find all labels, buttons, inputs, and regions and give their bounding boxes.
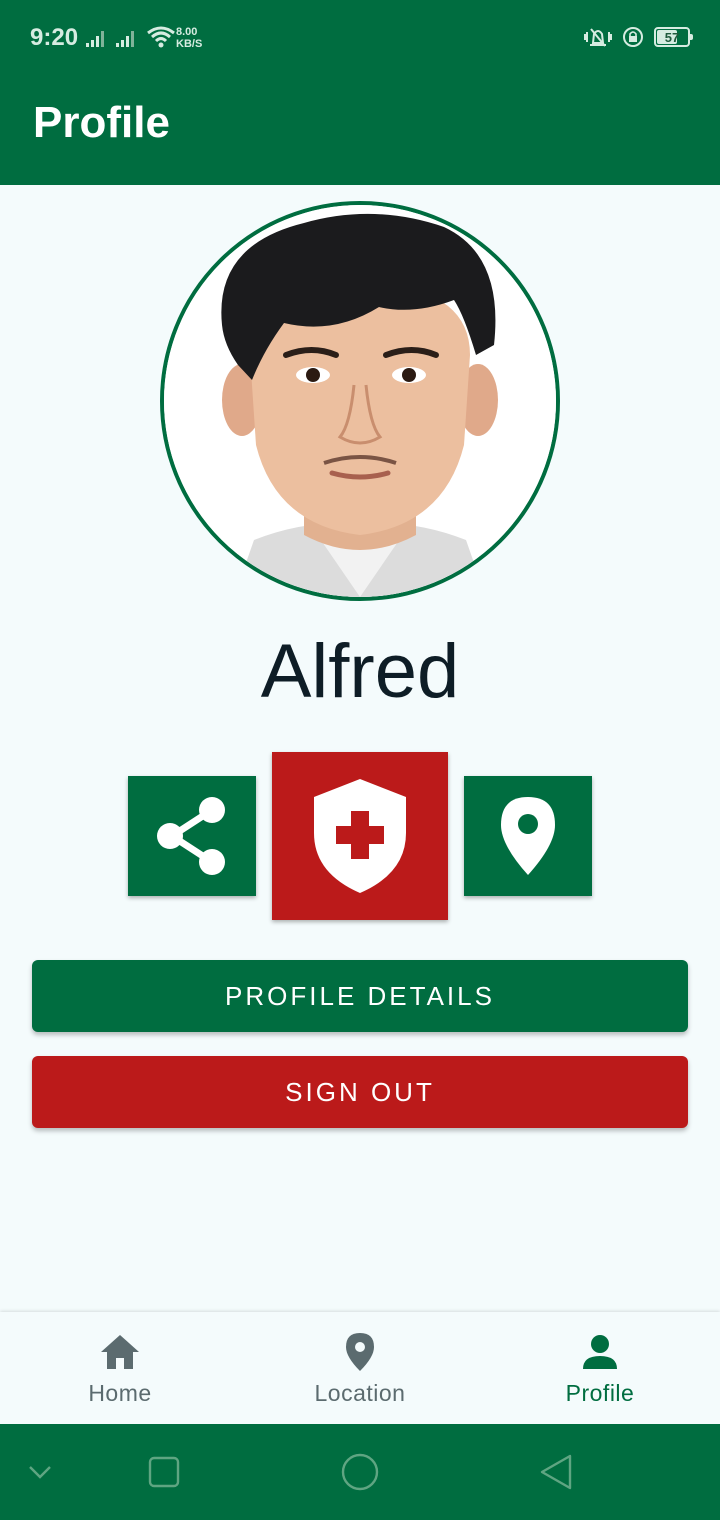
shield-medical-icon (314, 779, 406, 893)
wifi-icon (147, 26, 175, 48)
nav-item-profile[interactable]: Profile (480, 1312, 720, 1424)
bottom-navigation: Home Location Profile (0, 1312, 720, 1424)
status-bar: 9:20 8.00 KB/S 57 (0, 0, 720, 78)
page-title: Profile (33, 98, 170, 147)
home-system-button[interactable] (336, 1424, 384, 1520)
emergency-button[interactable] (272, 752, 448, 920)
rotation-lock-icon (623, 27, 643, 47)
circle-icon (341, 1453, 379, 1491)
app-bar: Profile (0, 78, 720, 185)
location-pin-icon (346, 1333, 374, 1371)
chevron-down-icon (29, 1466, 51, 1479)
network-speed: 8.00 KB/S (176, 26, 203, 50)
recents-button[interactable] (140, 1424, 188, 1520)
location-button[interactable] (464, 776, 592, 896)
profile-photo (164, 205, 556, 597)
nav-label-home: Home (88, 1380, 152, 1406)
battery-indicator: 57 (654, 27, 693, 47)
location-pin-icon (501, 797, 555, 875)
person-icon (583, 1335, 617, 1369)
nav-label-profile: Profile (565, 1380, 635, 1406)
status-right: 57 (584, 26, 693, 48)
nav-item-home[interactable]: Home (0, 1312, 240, 1424)
vibrate-icon (584, 28, 612, 47)
signal-icon (116, 31, 134, 47)
sign-out-button[interactable]: SIGN OUT (32, 1056, 688, 1128)
profile-details-button[interactable]: PROFILE DETAILS (32, 960, 688, 1032)
share-icon (157, 797, 225, 875)
avatar (160, 201, 560, 601)
user-name: Alfred (260, 629, 460, 714)
nav-item-location[interactable]: Location (240, 1312, 480, 1424)
nav-label-location: Location (314, 1380, 406, 1406)
home-icon (101, 1335, 139, 1369)
triangle-back-icon (540, 1454, 572, 1490)
status-time: 9:20 (30, 24, 79, 51)
collapse-button[interactable] (20, 1424, 60, 1520)
back-button[interactable] (532, 1424, 580, 1520)
share-button[interactable] (128, 776, 256, 896)
signal-icon (86, 31, 104, 47)
square-icon (148, 1456, 180, 1488)
system-navigation-bar (0, 1424, 720, 1520)
signal-icons (86, 26, 176, 48)
